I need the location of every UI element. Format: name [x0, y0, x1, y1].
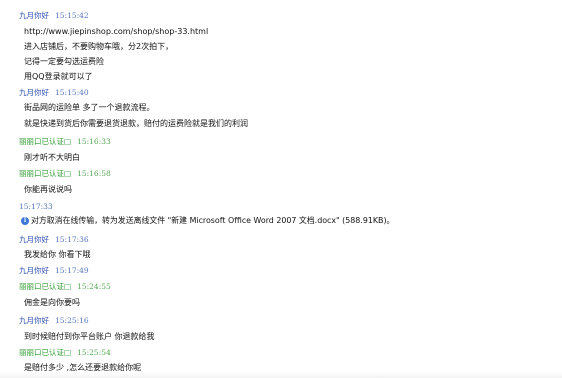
message-header: 丽丽口已认证□ 15:16:58 — [19, 169, 111, 179]
message-text: 进入店铺后，不要购物车哦，分2次拍下， — [24, 42, 174, 51]
timestamp: 15:17:36 — [55, 235, 89, 244]
sender-name: 九月你好 — [19, 11, 49, 20]
timestamp: 15:16:58 — [77, 169, 111, 178]
message-text: 你能再说说吗 — [24, 185, 72, 194]
timestamp: 15:17:49 — [55, 266, 89, 275]
system-notice: i 对方取消在线传输，转为发送离线文件 "新建 Microsoft Office … — [21, 215, 394, 226]
sender-name: 九月你好 — [19, 266, 49, 275]
message-text: 用QQ登录就可以了 — [24, 72, 93, 81]
timestamp: 15:17:33 — [19, 202, 53, 211]
timestamp: 15:25:16 — [55, 316, 89, 325]
info-icon: i — [21, 216, 29, 225]
message-link[interactable]: http://www.jiepinshop.com/shop/shop-33.h… — [24, 27, 208, 37]
message-header: 丽丽口已认证□ 15:16:33 — [19, 137, 111, 147]
sender-name: 丽丽口已认证□ — [19, 137, 72, 146]
timestamp: 15:24:55 — [77, 282, 111, 291]
timestamp: 15:16:33 — [77, 137, 111, 146]
message-header: 丽丽口已认证□ 15:24:55 — [19, 282, 111, 292]
message-header: 九月你好 15:17:36 — [19, 235, 89, 245]
sender-name: 九月你好 — [19, 316, 49, 325]
message-text: 街品网的运险单 多了一个退款流程。 — [24, 103, 155, 112]
sender-name: 九月你好 — [19, 235, 49, 244]
message-text: 到时候赔付到你平台账户 你退款给我 — [24, 332, 155, 341]
sender-name: 丽丽口已认证□ — [19, 282, 72, 291]
timestamp: 15:15:42 — [55, 11, 89, 20]
sender-name: 丽丽口已认证□ — [19, 169, 72, 178]
timestamp: 15:25:54 — [77, 348, 111, 357]
message-text: 记得一定要勾选运费险 — [24, 57, 104, 66]
message-text: 我发给你 你看下哦 — [24, 250, 91, 259]
message-text: 就是快递到货后你需要退货退款，赔付的运费险就是我们的利润 — [24, 119, 248, 128]
message-header: 九月你好 15:25:16 — [19, 316, 89, 326]
message-header: 九月你好 15:15:42 — [19, 11, 89, 21]
bottom-divider — [0, 372, 562, 378]
message-header: 九月你好 15:15:40 — [19, 88, 89, 98]
message-text: 佣金是向你要吗 — [24, 298, 80, 307]
sender-name: 丽丽口已认证□ — [19, 348, 72, 357]
timestamp: 15:15:40 — [55, 88, 89, 97]
system-notice-text: 对方取消在线传输，转为发送离线文件 "新建 Microsoft Office W… — [31, 216, 395, 225]
message-header: 丽丽口已认证□ 15:25:54 — [19, 348, 111, 358]
message-header: 15:17:33 — [19, 202, 53, 212]
chat-history[interactable]: 九月你好 15:15:42 http://www.jiepinshop.com/s… — [0, 0, 562, 378]
message-text: 刚才听不大明白 — [24, 153, 80, 162]
sender-name: 九月你好 — [19, 88, 49, 97]
message-header: 九月你好 15:17:49 — [19, 266, 89, 276]
